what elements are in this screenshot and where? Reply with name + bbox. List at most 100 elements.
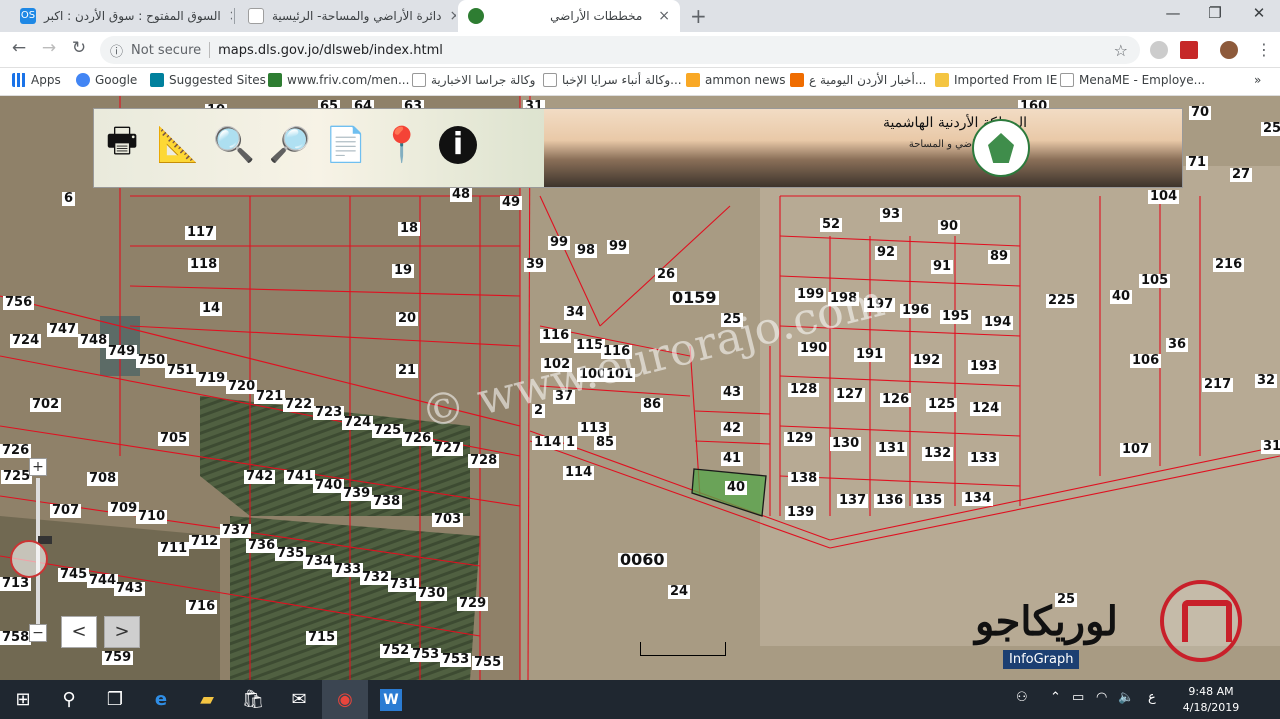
infograph-logo: InfoGraph (1003, 650, 1080, 669)
parcel-label: 90 (938, 219, 961, 234)
parcel-label: 733 (332, 562, 364, 577)
reload-button[interactable]: ↻ (66, 38, 92, 58)
edge-icon[interactable]: e (138, 680, 184, 719)
bookmarks-more-button[interactable]: » (1254, 73, 1261, 87)
zoom-in-icon[interactable]: 🔍 (212, 123, 256, 167)
measure-icon[interactable]: 📐 (156, 123, 200, 167)
bookmark-imported-ie[interactable]: Imported From IE (935, 73, 1057, 87)
bookmark-friv[interactable]: www.friv.com/men... (268, 73, 409, 87)
parcel-label: 18 (398, 221, 421, 236)
parcel-label: 86 (641, 397, 664, 412)
parcel-label: 755 (472, 655, 504, 670)
compass-icon[interactable] (10, 540, 48, 578)
parcel-label: 194 (982, 315, 1014, 330)
parcel-label: 26 (655, 267, 678, 282)
new-tab-button[interactable]: + (690, 4, 707, 28)
document-icon[interactable]: 📄 (324, 123, 368, 167)
minimize-button[interactable]: — (1150, 4, 1196, 22)
close-tab-icon[interactable]: × (658, 8, 670, 24)
bookmark-gerasa[interactable]: وكالة جراسا الاخبارية (412, 73, 535, 87)
parcel-label: 225 (1046, 293, 1078, 308)
tab-dls-home[interactable]: دائرة الأراضي والمساحة- الرئيسية × (238, 0, 456, 32)
parcel-label: 192 (911, 353, 943, 368)
people-icon[interactable]: ⚇ (1016, 690, 1028, 705)
address-bar[interactable]: ⓘ Not secure maps.dls.gov.jo/dlsweb/inde… (100, 36, 1140, 64)
tab-label: مخططات الأراضي (550, 9, 643, 23)
pan-left-button[interactable]: < (61, 616, 97, 648)
maximize-button[interactable]: ❐ (1192, 4, 1238, 22)
windows-taskbar: ⊞ ⚲ ❐ e ▰ 🛍 ✉ ◉ W ⚇ ⌃ ▭ ◠ 🔈 ع 9:48 AM 4/… (0, 680, 1280, 719)
wifi-icon[interactable]: ◠ (1096, 690, 1107, 705)
bookmark-ammon[interactable]: ammon news (686, 73, 786, 87)
file-explorer-icon[interactable]: ▰ (184, 680, 230, 719)
tab-land-plans[interactable]: مخططات الأراضي × (458, 0, 680, 32)
parcel-label: 136 (874, 493, 906, 508)
parcel-label: 743 (114, 581, 146, 596)
parcel-label: 710 (136, 509, 168, 524)
battery-icon[interactable]: ▭ (1072, 690, 1084, 705)
pdf-extension-icon[interactable] (1180, 41, 1198, 59)
parcel-label: 116 (540, 328, 572, 343)
close-tab-icon[interactable]: × (449, 8, 456, 24)
mail-icon[interactable]: ✉ (276, 680, 322, 719)
back-button[interactable]: ← (6, 38, 32, 58)
forward-button[interactable]: → (36, 38, 62, 58)
parcel-label: 748 (78, 333, 110, 348)
print-icon[interactable]: 🖶 (100, 121, 144, 167)
windows-start-icon[interactable]: ⊞ (0, 680, 46, 719)
parcel-label: 129 (784, 431, 816, 446)
word-icon[interactable]: W (368, 680, 414, 719)
tab-souq[interactable]: OS السوق المفتوح : سوق الأردن : اكبر × (10, 0, 232, 32)
skyline-banner (544, 109, 1182, 187)
zoom-in-button[interactable]: + (29, 458, 47, 476)
profile-avatar[interactable] (1220, 41, 1238, 59)
store-icon[interactable]: 🛍 (230, 680, 276, 719)
parcel-label: 1 (564, 435, 578, 450)
parcel-label: 732 (360, 570, 392, 585)
parcel-label: 91 (931, 259, 954, 274)
parcel-label: 126 (880, 392, 912, 407)
bookmark-saraya[interactable]: وكالة أنباء سرايا الإخبا... (543, 73, 682, 87)
parcel-label: 48 (450, 187, 473, 202)
task-view-icon[interactable]: ❐ (92, 680, 138, 719)
volume-icon[interactable]: 🔈 (1118, 690, 1134, 705)
parcel-label: 725 (372, 423, 404, 438)
zoom-out-button[interactable]: − (29, 624, 47, 642)
bookmark-menaime[interactable]: MenaME - Employe... (1060, 73, 1205, 87)
parcel-label: 31 (1261, 440, 1280, 454)
parcel-label: 24 (668, 584, 691, 599)
extension-icon[interactable] (1150, 41, 1168, 59)
bookmark-star-icon[interactable]: ☆ (1114, 41, 1128, 60)
bookmark-suggested[interactable]: Suggested Sites (150, 73, 266, 87)
menu-icon[interactable]: ⋮ (1256, 40, 1272, 59)
system-clock[interactable]: 9:48 AM 4/18/2019 (1166, 684, 1256, 716)
bing-icon (150, 73, 164, 87)
dls-emblem-icon (972, 119, 1030, 177)
search-icon[interactable]: ⚲ (46, 680, 92, 719)
parcel-label: 719 (196, 371, 228, 386)
bookmark-google[interactable]: Google (76, 73, 137, 87)
clock-time: 9:48 AM (1188, 685, 1234, 698)
pan-right-button[interactable]: > (104, 616, 140, 648)
language-indicator[interactable]: ع (1148, 690, 1156, 705)
parcel-label: 195 (940, 309, 972, 324)
parcel-label: 725 (1, 469, 33, 484)
brand-logo-icon (1160, 580, 1242, 662)
zoom-out-icon[interactable]: 🔎 (268, 123, 312, 167)
bookmark-apps[interactable]: Apps (12, 73, 61, 87)
block-label: 0159 (670, 288, 719, 307)
close-tab-icon[interactable]: × (229, 8, 232, 24)
chrome-icon[interactable]: ◉ (322, 680, 368, 719)
info-icon[interactable]: ⓘ (110, 41, 123, 60)
parcel-label: 27 (1230, 167, 1253, 182)
parcel-label: 25 (1261, 122, 1280, 136)
parcel-label: 125 (926, 397, 958, 412)
bookmark-jordan-news[interactable]: أخبار الأردن اليومية ع... (790, 73, 926, 87)
show-hidden-icons[interactable]: ⌃ (1050, 690, 1061, 705)
parcel-label: 71 (1186, 155, 1209, 170)
info-icon[interactable]: i (436, 123, 480, 167)
page-icon (1060, 73, 1074, 87)
close-window-button[interactable]: ✕ (1236, 4, 1280, 22)
location-icon[interactable]: 📍 (380, 123, 424, 167)
parcel-label: 107 (1120, 442, 1152, 457)
